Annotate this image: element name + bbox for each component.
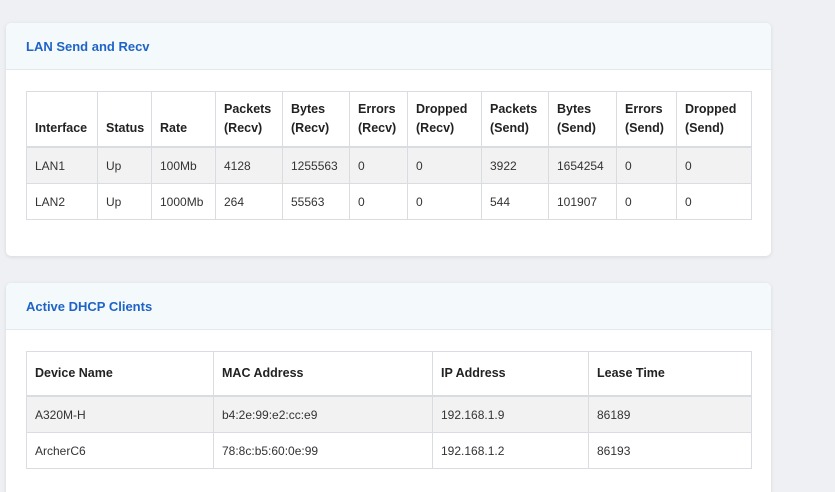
- cell-rate: 100Mb: [151, 146, 216, 184]
- cell-device-name: A320M-H: [26, 395, 214, 433]
- col-header-dropped-send: Dropped (Send): [676, 91, 752, 148]
- cell-status: Up: [97, 146, 152, 184]
- col-header-mac-address: MAC Address: [213, 351, 433, 397]
- lan-stats-card: LAN Send and Recv Interface Status Rate …: [6, 23, 771, 256]
- lan-stats-table: Interface Status Rate Packets (Recv) Byte…: [26, 91, 752, 220]
- cell-mac-address: b4:2e:99:e2:cc:e9: [213, 395, 433, 433]
- lan-stats-body: Interface Status Rate Packets (Recv) Byte…: [6, 70, 771, 220]
- cell-lease-time: 86193: [588, 432, 752, 469]
- col-header-interface: Interface: [26, 91, 98, 148]
- lan-stats-title: LAN Send and Recv: [6, 23, 771, 70]
- cell-device-name: ArcherC6: [26, 432, 214, 469]
- dhcp-clients-card: Active DHCP Clients Device Name MAC Addr…: [6, 283, 771, 492]
- cell-mac-address: 78:8c:b5:60:0e:99: [213, 432, 433, 469]
- cell-packets-recv: 264: [215, 183, 283, 220]
- dhcp-clients-title: Active DHCP Clients: [6, 283, 771, 330]
- cell-dropped-send: 0: [676, 183, 752, 220]
- cell-dropped-send: 0: [676, 146, 752, 184]
- col-header-packets-send: Packets (Send): [481, 91, 549, 148]
- cell-ip-address: 192.168.1.2: [432, 432, 589, 469]
- dhcp-clients-table: Device Name MAC Address IP Address Lease…: [26, 351, 752, 469]
- col-header-bytes-recv: Bytes (Recv): [282, 91, 350, 148]
- cell-dropped-recv: 0: [407, 146, 482, 184]
- cell-bytes-recv: 55563: [282, 183, 350, 220]
- cell-ip-address: 192.168.1.9: [432, 395, 589, 433]
- cell-bytes-recv: 1255563: [282, 146, 350, 184]
- dhcp-clients-body: Device Name MAC Address IP Address Lease…: [6, 330, 771, 469]
- col-header-errors-send: Errors (Send): [616, 91, 677, 148]
- cell-dropped-recv: 0: [407, 183, 482, 220]
- dhcp-header-row: Device Name MAC Address IP Address Lease…: [26, 351, 752, 397]
- col-header-packets-recv: Packets (Recv): [215, 91, 283, 148]
- col-header-dropped-recv: Dropped (Recv): [407, 91, 482, 148]
- cell-packets-send: 544: [481, 183, 549, 220]
- table-row: A320M-H b4:2e:99:e2:cc:e9 192.168.1.9 86…: [26, 395, 752, 433]
- cell-lease-time: 86189: [588, 395, 752, 433]
- col-header-ip-address: IP Address: [432, 351, 589, 397]
- table-row: LAN2 Up 1000Mb 264 55563 0 0 544 101907 …: [26, 183, 752, 220]
- cell-interface: LAN1: [26, 146, 98, 184]
- col-header-device-name: Device Name: [26, 351, 214, 397]
- lan-stats-header-row: Interface Status Rate Packets (Recv) Byte…: [26, 91, 752, 148]
- cell-errors-send: 0: [616, 183, 677, 220]
- cell-rate: 1000Mb: [151, 183, 216, 220]
- table-row: ArcherC6 78:8c:b5:60:0e:99 192.168.1.2 8…: [26, 432, 752, 469]
- col-header-rate: Rate: [151, 91, 216, 148]
- table-row: LAN1 Up 100Mb 4128 1255563 0 0 3922 1654…: [26, 146, 752, 184]
- col-header-errors-recv: Errors (Recv): [349, 91, 408, 148]
- cell-packets-recv: 4128: [215, 146, 283, 184]
- cell-interface: LAN2: [26, 183, 98, 220]
- col-header-bytes-send: Bytes (Send): [548, 91, 617, 148]
- col-header-lease-time: Lease Time: [588, 351, 752, 397]
- cell-errors-recv: 0: [349, 146, 408, 184]
- cell-packets-send: 3922: [481, 146, 549, 184]
- page: LAN Send and Recv Interface Status Rate …: [0, 0, 835, 492]
- cell-errors-recv: 0: [349, 183, 408, 220]
- cell-status: Up: [97, 183, 152, 220]
- cell-bytes-send: 101907: [548, 183, 617, 220]
- cell-bytes-send: 1654254: [548, 146, 617, 184]
- cell-errors-send: 0: [616, 146, 677, 184]
- col-header-status: Status: [97, 91, 152, 148]
